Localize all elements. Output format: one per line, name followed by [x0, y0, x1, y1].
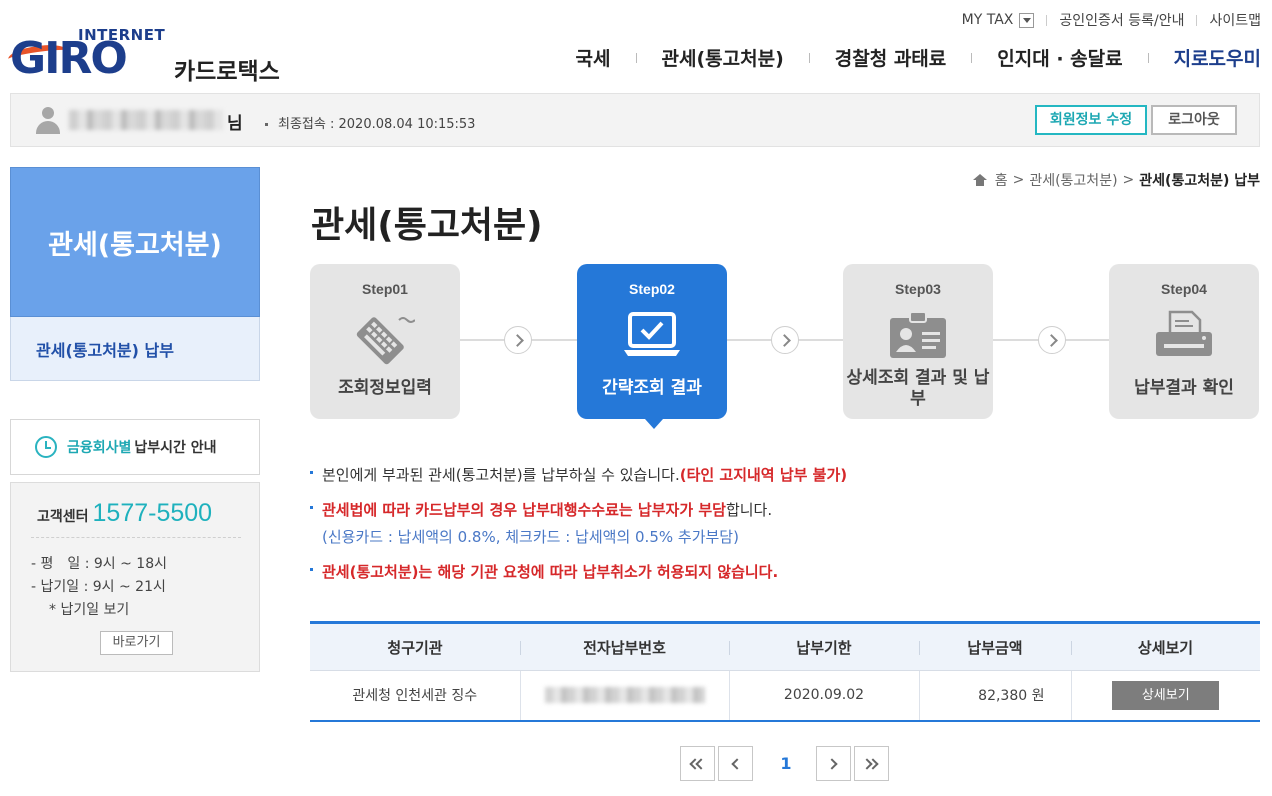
id-card-icon — [890, 311, 946, 358]
divider — [808, 52, 810, 63]
utility-menu: MY TAX 공인인증서 등록/안내 사이트맵 — [962, 10, 1261, 30]
breadcrumb-home[interactable]: 홈 — [995, 170, 1008, 190]
breadcrumb: 홈 > 관세(통고처분) > 관세(통고처분) 납부 — [972, 170, 1260, 190]
notice-item: 본인에게 부과된 관세(통고처분)를 납부하실 수 있습니다.(타인 고지내역 … — [310, 464, 847, 486]
last-login-value: 2020.08.04 10:15:53 — [338, 117, 476, 132]
last-page-button[interactable] — [854, 746, 889, 781]
nav-giro-help[interactable]: 지로도우미 — [1174, 44, 1261, 71]
fee-detail: (신용카드 : 납세액의 0.8%, 체크카드 : 납세액의 0.5% 추가부담… — [322, 528, 739, 546]
step-label: 상세조회 결과 및 납부 — [846, 368, 990, 409]
step-01: Step01 조회정보입력 — [310, 264, 460, 419]
shortcut-button[interactable]: 바로가기 — [100, 631, 173, 655]
chevron-right-icon — [504, 326, 532, 354]
divider — [1196, 14, 1198, 26]
first-page-button[interactable] — [680, 746, 715, 781]
clock-icon — [35, 436, 57, 458]
cell-amount: 82,380 원 — [918, 670, 1071, 722]
sitemap-link[interactable]: 사이트맵 — [1209, 10, 1261, 30]
hours-note: * 납기일 보기 — [49, 602, 130, 618]
cs-label: 고객센터 — [37, 509, 89, 525]
pagination: 1 — [680, 746, 892, 781]
step-03: Step03 상세조회 결과 및 납부 — [843, 264, 993, 419]
user-avatar-icon — [35, 107, 61, 135]
payment-table: 청구기관 전자납부번호 납부기한 납부금액 상세보기 관세청 인천세관 징수 2… — [310, 621, 1260, 722]
cell-agency: 관세청 인천세관 징수 — [310, 670, 520, 722]
notice-item: 관세(통고처분)는 해당 기관 요청에 따라 납부취소가 허용되지 않습니다. — [310, 561, 847, 583]
page-title: 관세(통고처분) — [311, 205, 543, 246]
step-label: 조회정보입력 — [338, 378, 432, 398]
giro-logo[interactable]: INTERNET GIRO 카드로택스 — [7, 26, 300, 86]
mytax-link[interactable]: MY TAX — [962, 12, 1035, 28]
chevron-right-icon — [826, 758, 838, 770]
step-04: Step04 납부결과 확인 — [1109, 264, 1259, 419]
divider — [971, 52, 973, 63]
user-name-redacted — [69, 110, 223, 130]
logo-subtitle: 카드로택스 — [174, 59, 280, 85]
col-detail: 상세보기 — [1071, 623, 1260, 671]
col-payment-number: 전자납부번호 — [520, 623, 729, 671]
detail-view-button[interactable]: 상세보기 — [1112, 680, 1220, 710]
logout-button[interactable]: 로그아웃 — [1151, 105, 1237, 135]
paytime-label: 납부시간 안내 — [134, 440, 217, 456]
home-icon[interactable] — [972, 174, 987, 186]
step-label: 납부결과 확인 — [1134, 378, 1234, 398]
nav-national-tax[interactable]: 국세 — [576, 44, 611, 71]
cert-link[interactable]: 공인인증서 등록/안내 — [1059, 10, 1184, 30]
cell-detail: 상세보기 — [1070, 670, 1260, 722]
logo-giro-text: GIRO — [10, 33, 128, 84]
step-label: 간략조회 결과 — [602, 378, 702, 398]
last-login: 최종접속 : 2020.08.04 10:15:53 — [265, 113, 475, 132]
nav-customs[interactable]: 관세(통고처분) — [662, 44, 784, 71]
next-page-button[interactable] — [816, 746, 851, 781]
col-amount: 납부금액 — [919, 623, 1071, 671]
breadcrumb-mid[interactable]: 관세(통고처분) — [1029, 170, 1117, 190]
page-number-current[interactable]: 1 — [756, 754, 816, 773]
cs-hours: - 평 일 : 9시 ~ 18시 - 납기일 : 9시 ~ 21시 * 납기일 … — [31, 553, 167, 622]
step-02: Step02 간략조회 결과 — [577, 264, 727, 429]
nav-police-fine[interactable]: 경찰청 과태료 — [835, 44, 947, 71]
cs-phone: 1577-5500 — [92, 499, 213, 527]
chevron-left-icon — [731, 758, 743, 770]
dropdown-arrow-icon[interactable] — [1019, 12, 1035, 28]
col-due-date: 납부기한 — [729, 623, 919, 671]
sidebar-item-customs-payment[interactable]: 관세(통고처분) 납부 — [10, 317, 260, 381]
hours-dueday: - 납기일 : 9시 ~ 21시 — [31, 579, 166, 595]
cell-payment-number — [519, 670, 729, 722]
paytime-guide-button[interactable]: 금융회사별 납부시간 안내 — [10, 419, 260, 475]
bullet-icon — [265, 123, 268, 126]
hours-weekday: - 평 일 : 9시 ~ 18시 — [31, 556, 167, 572]
breadcrumb-current: 관세(통고처분) 납부 — [1139, 173, 1260, 189]
sidebar-title: 관세(통고처분) — [10, 167, 260, 317]
printer-icon — [1156, 310, 1212, 356]
table-header-row: 청구기관 전자납부번호 납부기한 납부금액 상세보기 — [310, 622, 1260, 671]
divider — [635, 52, 637, 63]
main-nav: 국세 관세(통고처분) 경찰청 과태료 인지대 · 송달료 지로도우미 — [576, 44, 1261, 71]
divider — [1147, 52, 1149, 63]
keyboard-icon — [356, 317, 415, 365]
customer-center: 고객센터 1577-5500 - 평 일 : 9시 ~ 18시 - 납기일 : … — [10, 482, 260, 672]
divider — [1046, 14, 1048, 26]
user-name-suffix: 님 — [227, 114, 243, 134]
chevron-right-icon — [1038, 326, 1066, 354]
edit-profile-button[interactable]: 회원정보 수정 — [1035, 105, 1147, 135]
laptop-check-icon — [624, 312, 680, 356]
payment-number-redacted — [544, 687, 705, 704]
user-bar: 님 최종접속 : 2020.08.04 10:15:53 회원정보 수정 로그아… — [10, 93, 1260, 147]
chevron-right-icon — [771, 326, 799, 354]
notice-list: 본인에게 부과된 관세(통고처분)를 납부하실 수 있습니다.(타인 고지내역 … — [310, 464, 847, 596]
paytime-highlight: 금융회사별 — [67, 440, 132, 456]
divider — [31, 537, 241, 538]
table-row: 관세청 인천세관 징수 2020.09.02 82,380 원 상세보기 — [310, 670, 1260, 722]
notice-item: 관세법에 따라 카드납부의 경우 납부대행수수료는 납부자가 부담합니다. (신용… — [310, 499, 847, 548]
prev-page-button[interactable] — [718, 746, 753, 781]
nav-stamp-fee[interactable]: 인지대 · 송달료 — [997, 44, 1122, 71]
cell-due-date: 2020.09.02 — [728, 670, 919, 722]
col-agency: 청구기관 — [387, 638, 443, 657]
